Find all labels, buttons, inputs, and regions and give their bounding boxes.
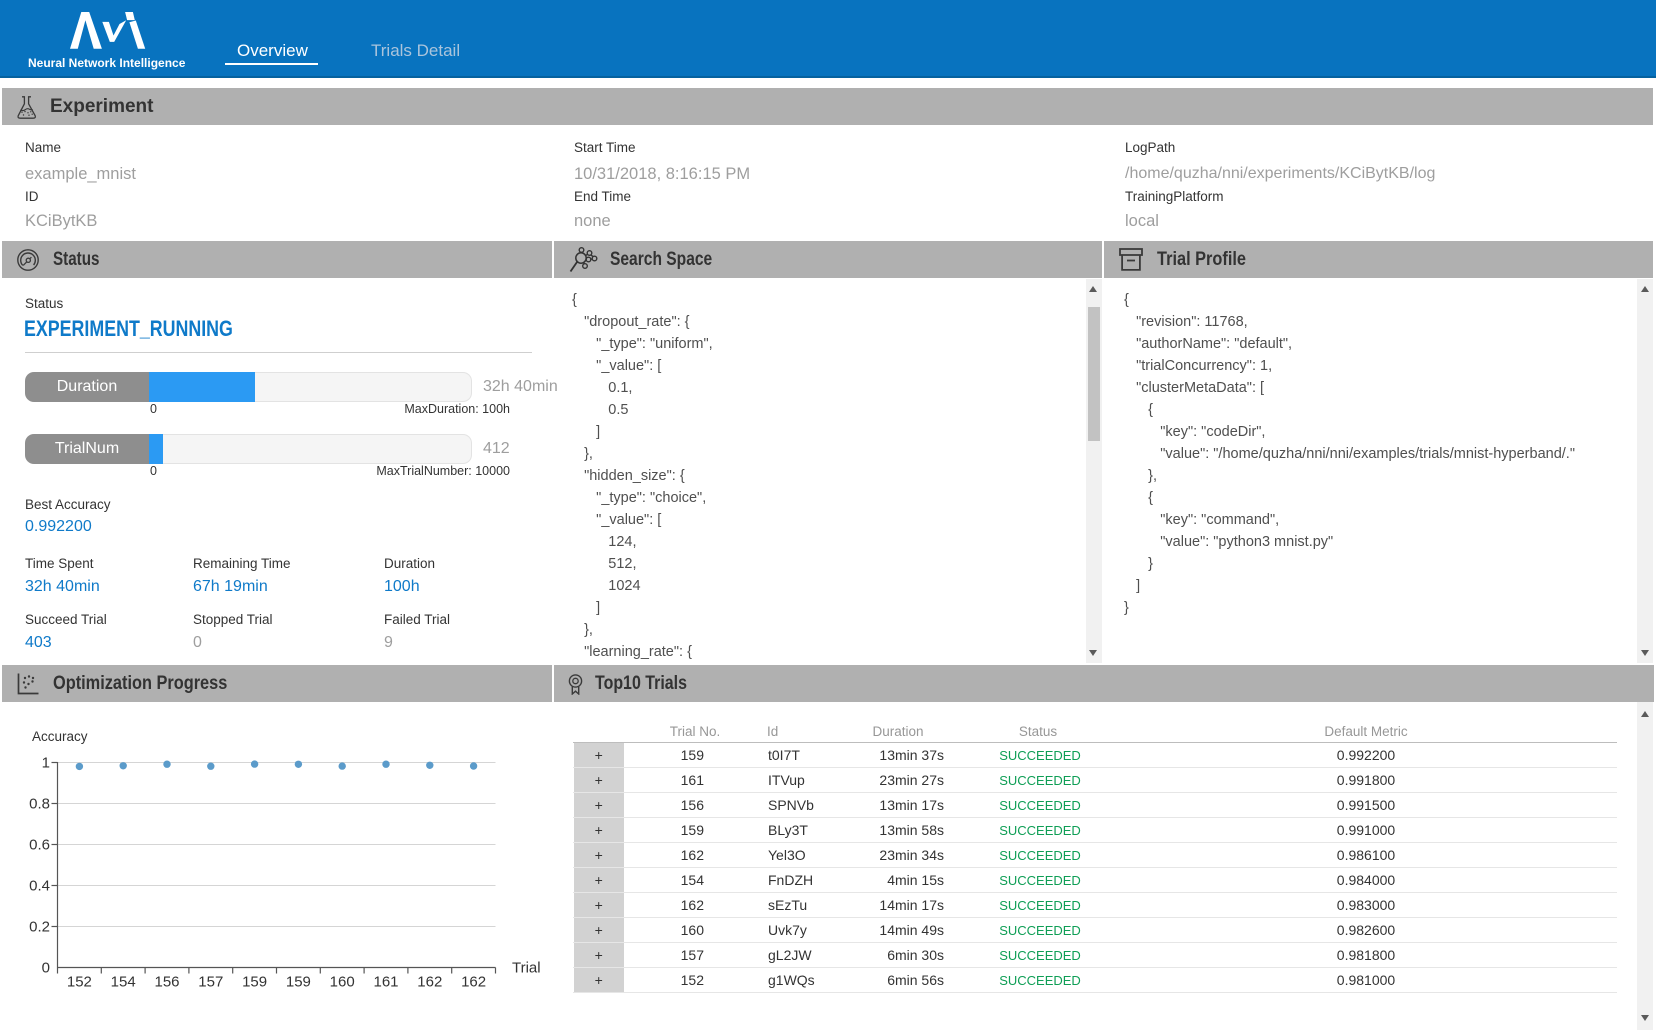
svg-text:0.8: 0.8 (29, 796, 50, 813)
svg-text:0.2: 0.2 (29, 919, 50, 936)
svg-text:159: 159 (242, 974, 267, 991)
svg-text:Accuracy: Accuracy (32, 729, 88, 744)
svg-text:159: 159 (286, 974, 311, 991)
svg-text:162: 162 (461, 974, 486, 991)
svg-text:154: 154 (111, 974, 136, 991)
svg-text:156: 156 (154, 974, 179, 991)
svg-text:1: 1 (42, 755, 50, 772)
svg-text:157: 157 (198, 974, 223, 991)
svg-text:0.6: 0.6 (29, 837, 50, 854)
svg-text:160: 160 (330, 974, 355, 991)
svg-text:0: 0 (42, 960, 50, 977)
svg-text:0.4: 0.4 (29, 878, 50, 895)
svg-text:Trial: Trial (512, 960, 541, 977)
svg-text:161: 161 (373, 974, 398, 991)
svg-text:162: 162 (417, 974, 442, 991)
svg-text:152: 152 (67, 974, 92, 991)
